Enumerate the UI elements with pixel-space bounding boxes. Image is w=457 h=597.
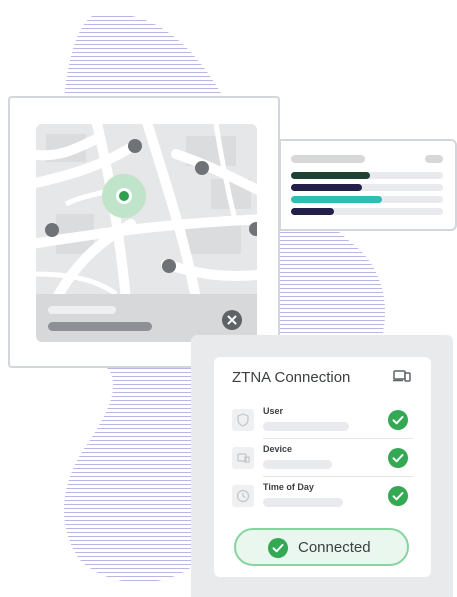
check-row-user: User	[232, 403, 412, 440]
placeholder-line	[48, 306, 116, 314]
divider	[263, 476, 413, 477]
map-marker[interactable]	[162, 259, 176, 273]
map-marker[interactable]	[128, 139, 142, 153]
map-card	[8, 96, 280, 368]
progress-fill	[291, 172, 371, 179]
progress-fill	[291, 196, 383, 203]
close-icon	[227, 315, 237, 325]
connected-label: Connected	[298, 539, 371, 556]
progress-bar	[291, 184, 443, 191]
check-circle-icon	[268, 538, 288, 558]
ztna-connection-panel: ZTNA Connection User Device Time of Day …	[214, 357, 431, 577]
placeholder-line	[425, 155, 443, 163]
street-map	[36, 124, 257, 294]
progress-bar	[291, 196, 443, 203]
divider	[263, 438, 413, 439]
check-row-time-of-day: Time of Day	[232, 479, 412, 516]
map-view[interactable]	[36, 124, 257, 294]
check-row-device: Device	[232, 441, 412, 478]
progress-fill	[291, 208, 334, 215]
placeholder-line	[263, 460, 332, 469]
progress-bar	[291, 208, 443, 215]
clock-icon	[232, 485, 254, 507]
shield-icon	[232, 409, 254, 431]
check-circle-icon	[388, 448, 408, 468]
map-marker[interactable]	[45, 223, 59, 237]
placeholder-line	[263, 422, 349, 431]
check-circle-icon	[388, 486, 408, 506]
device-icon	[232, 447, 254, 469]
placeholder-line	[291, 155, 365, 163]
connected-status-button[interactable]: Connected	[234, 528, 409, 566]
location-pin-icon[interactable]	[119, 191, 129, 201]
placeholder-line	[48, 322, 152, 331]
check-label: Device	[263, 444, 293, 454]
map-marker[interactable]	[195, 161, 209, 175]
close-button[interactable]	[222, 310, 242, 330]
progress-card	[279, 139, 457, 231]
ztna-title: ZTNA Connection	[232, 369, 351, 386]
check-circle-icon	[388, 410, 408, 430]
devices-icon[interactable]	[393, 369, 411, 383]
check-label: Time of Day	[263, 482, 314, 492]
progress-fill	[291, 184, 363, 191]
placeholder-line	[263, 498, 343, 507]
check-label: User	[263, 406, 284, 416]
progress-bar	[291, 172, 443, 179]
